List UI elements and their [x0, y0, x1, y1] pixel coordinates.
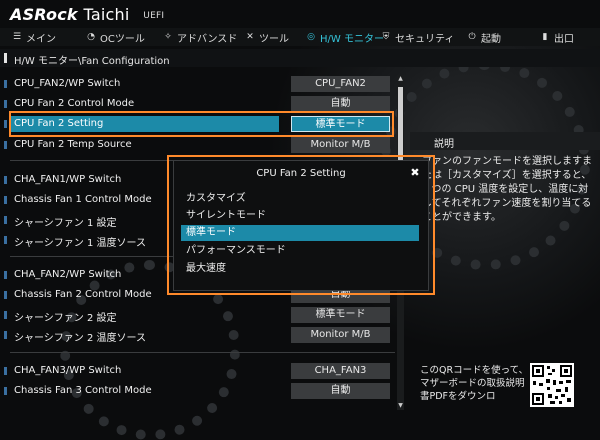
tab-label: OCツール [100, 33, 145, 45]
row-bullet [4, 387, 7, 395]
row-bullet [4, 100, 7, 108]
setting-value[interactable]: 標準モード [291, 307, 390, 323]
dialog-option[interactable]: カスタマイズ [181, 191, 419, 207]
tab-main[interactable]: ☰ メイン [12, 28, 56, 46]
option-label: 最大速度 [186, 263, 226, 274]
scroll-down-icon[interactable]: ▼ [397, 402, 404, 410]
tab-label: 起動 [481, 33, 501, 45]
star-icon: ✧ [164, 32, 172, 42]
qr-caption: このQRコードを使って、マザーボードの取扱説明書PDFをダウンロ [420, 365, 529, 402]
setting-label: Chassis Fan 2 Control Mode [14, 289, 152, 300]
exit-icon: ▮ [542, 32, 548, 42]
setting-label: シャーシファン 2 温度ソース [14, 333, 147, 344]
option-label: 標準モード [186, 227, 236, 238]
brand-logo: ASRock Taichi UEFI [10, 5, 164, 24]
tab-security[interactable]: ⛨ セキュリティ [381, 28, 455, 46]
tab-label: アドバンスド [177, 33, 238, 45]
setting-row[interactable]: CHA_FAN3/WP Switch CHA_FAN3 [0, 362, 400, 380]
setting-label: CHA_FAN3/WP Switch [14, 365, 122, 376]
setting-row[interactable]: シャーシファン 2 設定 標準モード [0, 306, 400, 324]
setting-value[interactable]: 自動 [291, 96, 390, 112]
setting-row[interactable]: シャーシファン 2 温度ソース Monitor M/B [0, 326, 400, 344]
dialog-option[interactable]: サイレントモード [181, 208, 419, 224]
setting-label: CPU_FAN2/WP Switch [14, 78, 121, 89]
row-bullet [4, 141, 7, 149]
close-icon[interactable]: ✖ [408, 166, 422, 180]
option-label: カスタマイズ [186, 193, 246, 204]
fan-setting-dialog: CPU Fan 2 Setting ✖ カスタマイズ サイレントモード 標準モー… [173, 160, 429, 291]
tab-boot[interactable]: ⏻ 起動 [467, 28, 501, 46]
row-bullet [4, 291, 7, 299]
shield-icon: ⛨ [382, 32, 390, 42]
setting-value[interactable]: Monitor M/B [291, 137, 390, 153]
tab-advanced[interactable]: ✧ アドバンスド [163, 28, 237, 46]
monitor-icon: ◎ [307, 32, 315, 42]
tab-hw-monitor[interactable]: ◎ H/W モニター [306, 28, 384, 46]
description-text: ファンのファンモードを選択しますまたは［カスタマイズ］を選択すると、5 つの C… [422, 156, 592, 223]
brand-model: Taichi [83, 5, 130, 24]
option-label: サイレントモード [186, 210, 266, 221]
row-bullet [4, 216, 7, 224]
row-bullet [4, 236, 7, 244]
setting-label: CPU Fan 2 Control Mode [14, 98, 135, 109]
breadcrumb: H/W モニター\Fan Configuration [0, 49, 600, 67]
row-bullet [4, 311, 7, 319]
setting-label: CPU Fan 2 Temp Source [14, 139, 132, 150]
setting-label: CHA_FAN1/WP Switch [14, 174, 122, 185]
row-highlight-outline [9, 111, 394, 137]
description-title: 説明 [434, 139, 454, 150]
top-bar: ASRock Taichi UEFI [0, 0, 600, 28]
tab-label: メイン [26, 33, 56, 45]
tab-tools[interactable]: ✕ ツール [245, 28, 289, 46]
setting-label: シャーシファン 1 設定 [14, 218, 117, 229]
tab-label: ツール [259, 33, 289, 45]
setting-value[interactable]: CPU_FAN2 [291, 76, 390, 92]
setting-row[interactable]: CPU Fan 2 Temp Source Monitor M/B [0, 136, 400, 154]
row-bullet [4, 120, 7, 128]
setting-label: シャーシファン 1 温度ソース [14, 238, 147, 249]
setting-value[interactable]: Monitor M/B [291, 327, 390, 343]
setting-value[interactable]: 自動 [291, 383, 390, 399]
setting-label: シャーシファン 2 設定 [14, 313, 117, 324]
description-header: 説明 [410, 132, 600, 150]
section-divider [10, 352, 395, 353]
tab-label: 出口 [554, 33, 574, 45]
row-bullet [4, 271, 7, 279]
qr-code [530, 363, 574, 407]
scroll-up-icon[interactable]: ▲ [397, 75, 404, 83]
dialog-title: CPU Fan 2 Setting [256, 168, 346, 179]
breadcrumb-marker [4, 53, 7, 63]
main-nav: ☰ メイン ◔ OCツール ✧ アドバンスド ✕ ツール ◎ H/W モニター … [0, 28, 600, 46]
setting-row[interactable]: CPU_FAN2/WP Switch CPU_FAN2 [0, 75, 400, 93]
tab-label: セキュリティ [395, 33, 455, 45]
list-icon: ☰ [12, 32, 22, 42]
brand-tag: UEFI [143, 10, 165, 21]
row-bullet [4, 196, 7, 204]
dialog-option[interactable]: 最大速度 [181, 261, 419, 277]
setting-label: CHA_FAN2/WP Switch [14, 269, 122, 280]
brand-name: ASRock [10, 5, 78, 24]
tab-oc-tools[interactable]: ◔ OCツール [86, 28, 145, 46]
wrench-icon: ✕ [246, 32, 254, 42]
row-bullet [4, 331, 7, 339]
power-icon: ⏻ [468, 32, 476, 42]
speedometer-icon: ◔ [87, 32, 95, 42]
row-bullet [4, 367, 7, 375]
row-bullet [4, 176, 7, 184]
setting-value[interactable]: CHA_FAN3 [291, 363, 390, 379]
row-bullet [4, 80, 7, 88]
tab-exit[interactable]: ▮ 出口 [540, 28, 574, 46]
setting-row[interactable]: Chassis Fan 3 Control Mode 自動 [0, 382, 400, 400]
dialog-option[interactable]: パフォーマンスモード [181, 243, 419, 259]
dialog-option-selected[interactable]: 標準モード [181, 225, 419, 241]
breadcrumb-text: H/W モニター\Fan Configuration [14, 56, 170, 67]
option-label: パフォーマンスモード [186, 245, 286, 256]
setting-label: Chassis Fan 3 Control Mode [14, 385, 152, 396]
tab-label: H/W モニター [320, 33, 384, 45]
setting-label: Chassis Fan 1 Control Mode [14, 194, 152, 205]
